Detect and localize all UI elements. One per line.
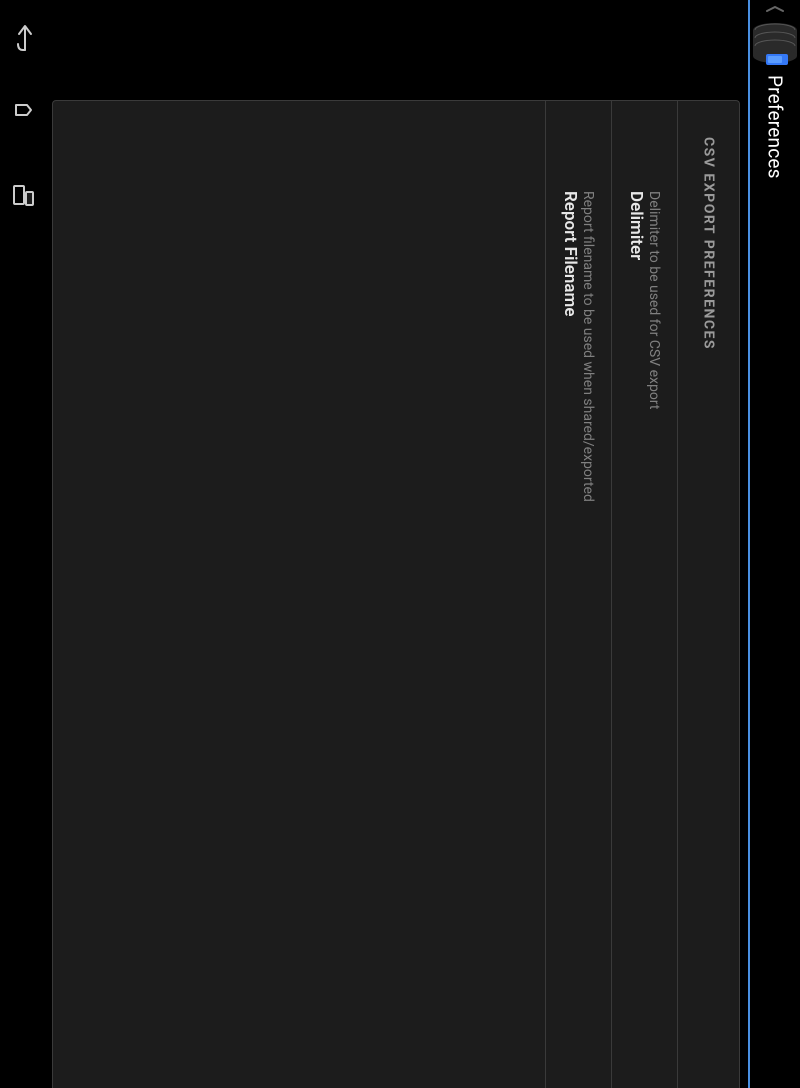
pref-row-delimiter[interactable]: Delimiter Delimiter to be used for CSV e… — [611, 101, 677, 1088]
title-bar: Preferences — [750, 0, 800, 1088]
preferences-panel: CSV EXPORT PREFERENCES Delimiter Delimit… — [52, 100, 740, 1088]
devices-icon[interactable] — [11, 180, 35, 212]
collapse-chevron-icon[interactable] — [760, 5, 790, 13]
section-title: CSV EXPORT PREFERENCES — [701, 137, 717, 1088]
section-header-slot: CSV EXPORT PREFERENCES — [677, 101, 739, 1088]
sidebar-icons — [0, 20, 46, 212]
app-icon — [751, 21, 799, 67]
pref-row-title: Report Filename — [560, 191, 580, 1088]
page-title: Preferences — [764, 75, 787, 179]
main-area: CSV EXPORT PREFERENCES Delimiter Delimit… — [0, 0, 748, 1088]
back-arrow-icon[interactable] — [11, 20, 35, 52]
pref-row-subtitle: Delimiter to be used for CSV export — [646, 191, 662, 1088]
tag-icon[interactable] — [11, 100, 35, 132]
pref-row-subtitle: Report filename to be used when shared/e… — [580, 191, 596, 1088]
pref-row-title: Delimiter — [626, 191, 646, 1088]
pref-row-report-filename[interactable]: Report Filename Report filename to be us… — [545, 101, 611, 1088]
